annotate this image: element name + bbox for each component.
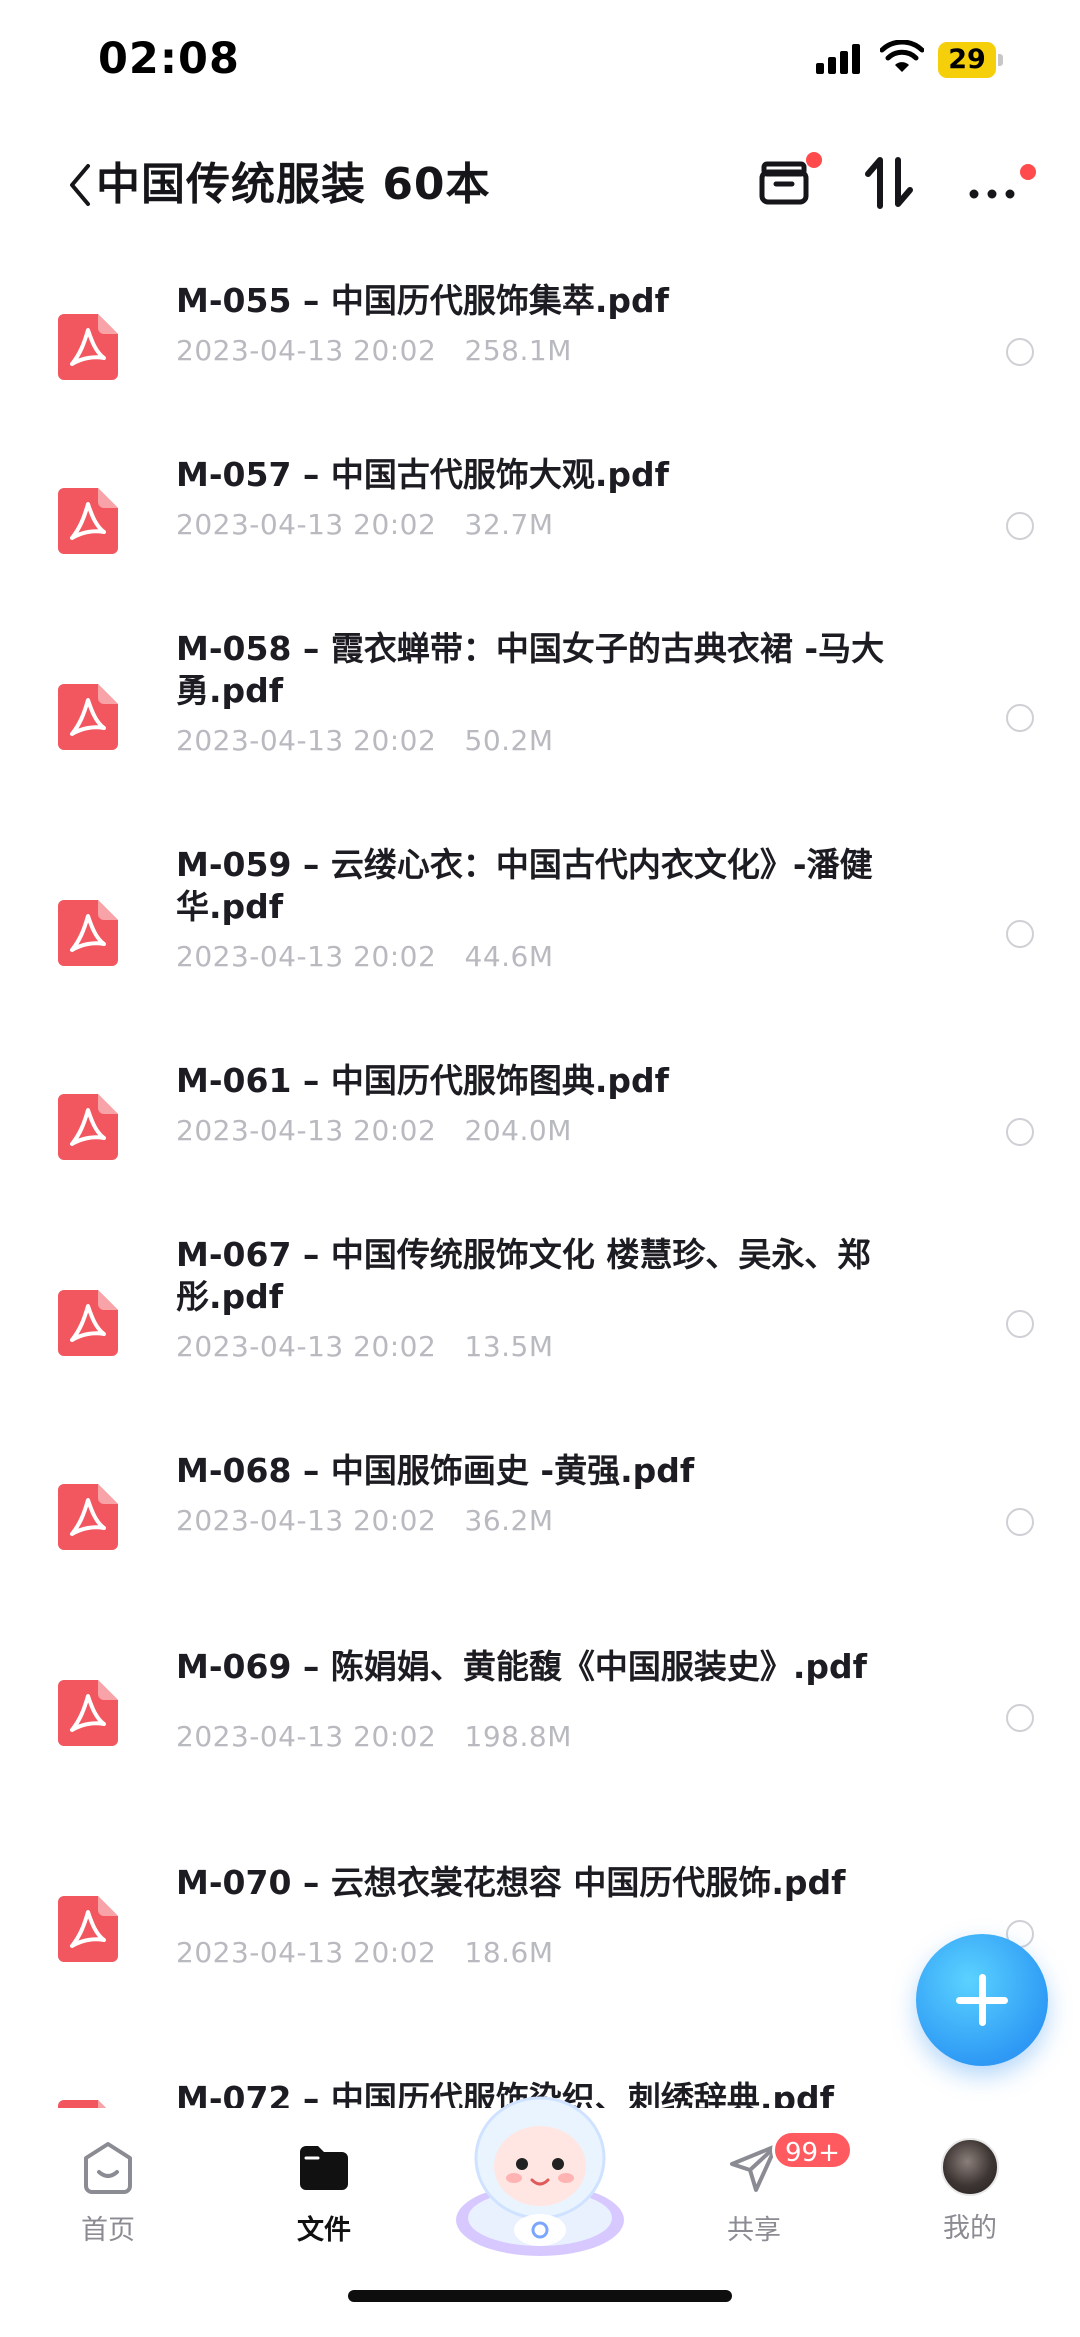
file-size: 50.2M: [464, 724, 554, 757]
more-notification-dot: [1020, 164, 1036, 180]
file-date: 2023-04-13 20:02: [176, 940, 437, 973]
file-row[interactable]: M-069 – 陈娟娟、黄能馥《中国服装史》.pdf 2023-04-13 20…: [0, 1646, 1080, 1806]
tab-share-label: 共享: [727, 2215, 781, 2246]
battery-cap: [998, 54, 1003, 66]
home-icon: [84, 2142, 132, 2194]
file-date: 2023-04-13 20:02: [176, 508, 437, 541]
tab-home-label: 首页: [81, 2215, 135, 2246]
file-name: M-055 – 中国历代服饰集萃.pdf: [176, 281, 670, 320]
archive-box-button[interactable]: [752, 150, 822, 214]
avatar: [941, 2138, 999, 2196]
file-name: M-057 – 中国古代服饰大观.pdf: [176, 455, 670, 494]
sort-button[interactable]: [858, 150, 922, 214]
file-name: M-070 – 云想衣裳花想容 中国历代服饰.pdf: [176, 1863, 846, 1902]
status-time: 02:08: [98, 34, 240, 84]
tab-files-label: 文件: [297, 2215, 351, 2246]
file-size: 204.0M: [464, 1114, 572, 1147]
file-name: M-067 – 中国传统服饰文化 楼慧珍、吴永、郑彤.pdf: [176, 1235, 871, 1316]
select-radio[interactable]: [1006, 920, 1034, 948]
file-meta: 2023-04-13 20:02 36.2M: [176, 1504, 554, 1537]
file-name: M-058 – 霞衣蝉带：中国女子的古典衣裙 -马大勇.pdf: [176, 629, 885, 710]
file-size: 44.6M: [464, 940, 554, 973]
cellular-signal-icon: [816, 44, 860, 74]
wifi-icon: [880, 40, 924, 72]
file-date: 2023-04-13 20:02: [176, 1330, 437, 1363]
pdf-file-icon: [58, 900, 118, 966]
file-row[interactable]: M-061 – 中国历代服饰图典.pdf 2023-04-13 20:02 20…: [0, 1060, 1080, 1200]
folder-icon: [300, 2146, 348, 2190]
file-meta: 2023-04-13 20:02 50.2M: [176, 724, 554, 757]
file-meta: 2023-04-13 20:02 204.0M: [176, 1114, 572, 1147]
back-chevron-icon[interactable]: [60, 150, 100, 220]
file-row[interactable]: M-059 – 云缕心衣：中国古代内衣文化》-潘健华.pdf 2023-04-1…: [0, 844, 1080, 1026]
file-date: 2023-04-13 20:02: [176, 1936, 437, 1969]
file-size: 32.7M: [464, 508, 554, 541]
more-button[interactable]: [962, 150, 1036, 214]
file-row[interactable]: M-067 – 中国传统服饰文化 楼慧珍、吴永、郑彤.pdf 2023-04-1…: [0, 1234, 1080, 1416]
select-radio[interactable]: [1006, 704, 1034, 732]
plus-icon: [979, 1974, 986, 2026]
file-date: 2023-04-13 20:02: [176, 1720, 437, 1753]
screen: 02:08 29 中国传统服装 60本 M-055 – 中国历代服饰集萃.pdf…: [0, 0, 1080, 2337]
pdf-file-icon: [58, 314, 118, 380]
file-row[interactable]: M-068 – 中国服饰画史 -黄强.pdf 2023-04-13 20:02 …: [0, 1450, 1080, 1590]
add-button[interactable]: [916, 1934, 1048, 2066]
share-badge: 99+: [772, 2130, 853, 2170]
file-size: 18.6M: [464, 1936, 554, 1969]
file-name: M-068 – 中国服饰画史 -黄强.pdf: [176, 1451, 695, 1490]
file-meta: 2023-04-13 20:02 44.6M: [176, 940, 554, 973]
file-list: M-055 – 中国历代服饰集萃.pdf 2023-04-13 20:02 25…: [0, 240, 1080, 2108]
tab-mine[interactable]: 我的: [900, 2138, 1040, 2278]
file-row[interactable]: M-055 – 中国历代服饰集萃.pdf 2023-04-13 20:02 25…: [0, 280, 1080, 420]
mascot-assistant-icon[interactable]: [448, 2080, 632, 2264]
archive-notification-dot: [806, 152, 822, 168]
select-radio[interactable]: [1006, 512, 1034, 540]
pdf-file-icon: [58, 684, 118, 750]
file-row[interactable]: M-058 – 霞衣蝉带：中国女子的古典衣裙 -马大勇.pdf 2023-04-…: [0, 628, 1080, 810]
file-meta: 2023-04-13 20:02 258.1M: [176, 334, 572, 367]
file-date: 2023-04-13 20:02: [176, 1504, 437, 1537]
more-icon: [969, 189, 1015, 199]
tab-files[interactable]: 文件: [254, 2138, 394, 2278]
file-date: 2023-04-13 20:02: [176, 724, 437, 757]
select-radio[interactable]: [1006, 1508, 1034, 1536]
tab-home[interactable]: 首页: [38, 2138, 178, 2278]
file-meta: 2023-04-13 20:02 18.6M: [176, 1936, 554, 1969]
file-row[interactable]: M-057 – 中国古代服饰大观.pdf 2023-04-13 20:02 32…: [0, 454, 1080, 594]
battery-indicator: 29: [938, 42, 1003, 78]
file-name: M-061 – 中国历代服饰图典.pdf: [176, 1061, 670, 1100]
pdf-file-icon: [58, 1094, 118, 1160]
sort-icon: [865, 157, 913, 209]
pdf-file-icon: [58, 488, 118, 554]
file-meta: 2023-04-13 20:02 13.5M: [176, 1330, 554, 1363]
file-name: M-069 – 陈娟娟、黄能馥《中国服装史》.pdf: [176, 1647, 868, 1686]
home-indicator: [348, 2290, 732, 2302]
file-size: 258.1M: [464, 334, 572, 367]
tab-mine-label: 我的: [943, 2213, 997, 2244]
pdf-file-icon: [58, 1680, 118, 1746]
select-radio[interactable]: [1006, 338, 1034, 366]
file-size: 198.8M: [464, 1720, 572, 1753]
file-size: 36.2M: [464, 1504, 554, 1537]
select-radio[interactable]: [1006, 1118, 1034, 1146]
file-date: 2023-04-13 20:02: [176, 334, 437, 367]
file-size: 13.5M: [464, 1330, 554, 1363]
select-radio[interactable]: [1006, 1310, 1034, 1338]
status-bar: 02:08 29: [0, 0, 1080, 120]
file-name: M-059 – 云缕心衣：中国古代内衣文化》-潘健华.pdf: [176, 845, 873, 926]
file-meta: 2023-04-13 20:02 198.8M: [176, 1720, 572, 1753]
page-title: 中国传统服装 60本: [96, 159, 491, 210]
select-radio[interactable]: [1006, 1704, 1034, 1732]
nav-bar: 中国传统服装 60本: [0, 130, 1080, 240]
battery-level: 29: [948, 44, 986, 75]
pdf-file-icon: [58, 2100, 106, 2108]
pdf-file-icon: [58, 1484, 118, 1550]
tab-share[interactable]: 共享 99+: [684, 2130, 853, 2278]
file-meta: 2023-04-13 20:02 32.7M: [176, 508, 554, 541]
file-date: 2023-04-13 20:02: [176, 1114, 437, 1147]
pdf-file-icon: [58, 1290, 118, 1356]
pdf-file-icon: [58, 1896, 118, 1962]
